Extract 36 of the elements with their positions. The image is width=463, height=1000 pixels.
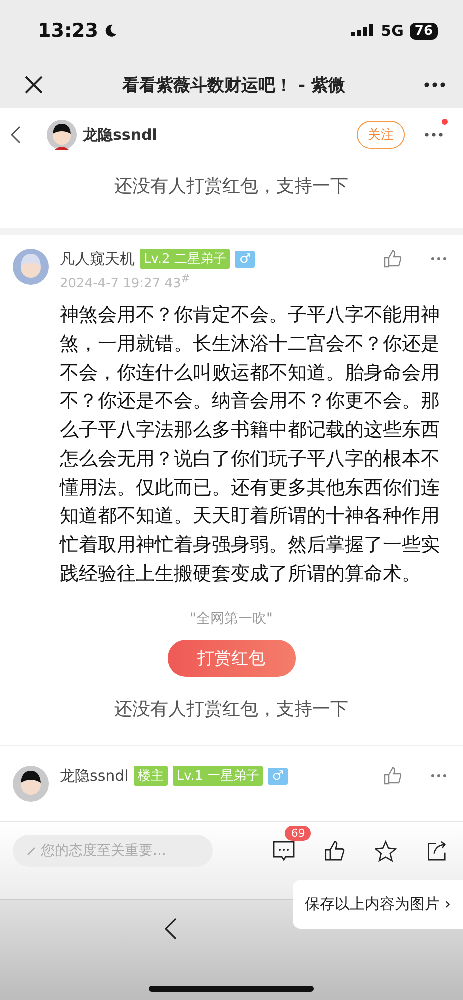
avatar	[13, 766, 49, 802]
share-icon[interactable]	[427, 840, 447, 862]
status-time: 13:23	[38, 20, 98, 42]
comment-icon[interactable]	[273, 840, 296, 862]
battery-level: 76	[410, 22, 438, 40]
thumbs-up-icon[interactable]	[384, 767, 402, 786]
user-badge: Lv.2 二星弟子	[140, 249, 230, 269]
reward-status-text: 还没有人打赏红包，支持一下	[114, 175, 350, 199]
user-badge: ♂	[268, 768, 288, 785]
author-name[interactable]: 龙隐ssndl	[83, 126, 158, 144]
reward-status-text: 还没有人打赏红包，支持一下	[114, 698, 350, 722]
author-name[interactable]: 龙隐ssndl	[60, 766, 129, 786]
user-badge: ♂	[235, 250, 256, 268]
signal-icon	[351, 24, 376, 38]
pencil-icon	[27, 846, 37, 856]
author-name[interactable]: 凡人窥天机	[60, 250, 135, 268]
avatar	[47, 120, 77, 150]
moon-icon	[104, 24, 118, 38]
comment-count-badge: 69	[285, 826, 312, 840]
close-icon[interactable]	[24, 75, 44, 95]
more-icon[interactable]	[424, 82, 446, 88]
more-icon[interactable]	[425, 133, 443, 137]
avatar	[13, 249, 49, 285]
user-badge: 楼主	[134, 766, 168, 786]
user-badge: Lv.1 一星弟子	[172, 766, 264, 786]
page-title: 看看紫薇斗数财运吧！ - 紫微	[121, 74, 346, 96]
back-icon[interactable]	[164, 918, 178, 940]
post-body: 神煞会用不？你肯定不会。子平八字不能用神煞，一用就错。长生沐浴十二宫会不？你还是不会，你连什么叫败运都不知道。胎身命会用不？你还是不会。纳音会用不？你更不会。那么子平八字法那么多书籍中都记载的这些东西怎么会无用？说白了你们玩子平八字的根本不懂用法。仅此而已。还有更多其他东西你们连知道都不知道。天天盯着所谓的十神各种作用忙着取用神忙着身强身弱。然后掌握了一些实践经验往上生搬硬套变成了所谓的算命术。	[60, 303, 441, 587]
thumbs-up-icon[interactable]	[325, 840, 346, 862]
reward-slogan: "全网第一吹"	[189, 610, 274, 628]
save-as-image-button[interactable]: 保存以上内容为图片 ›	[293, 880, 463, 929]
thumbs-up-icon[interactable]	[384, 250, 402, 268]
star-icon[interactable]	[375, 840, 398, 862]
post-time: 2024-4-7 19:27 43$^{#}$	[60, 272, 192, 292]
back-icon[interactable]	[11, 126, 21, 144]
network-label: 5G	[381, 22, 404, 40]
